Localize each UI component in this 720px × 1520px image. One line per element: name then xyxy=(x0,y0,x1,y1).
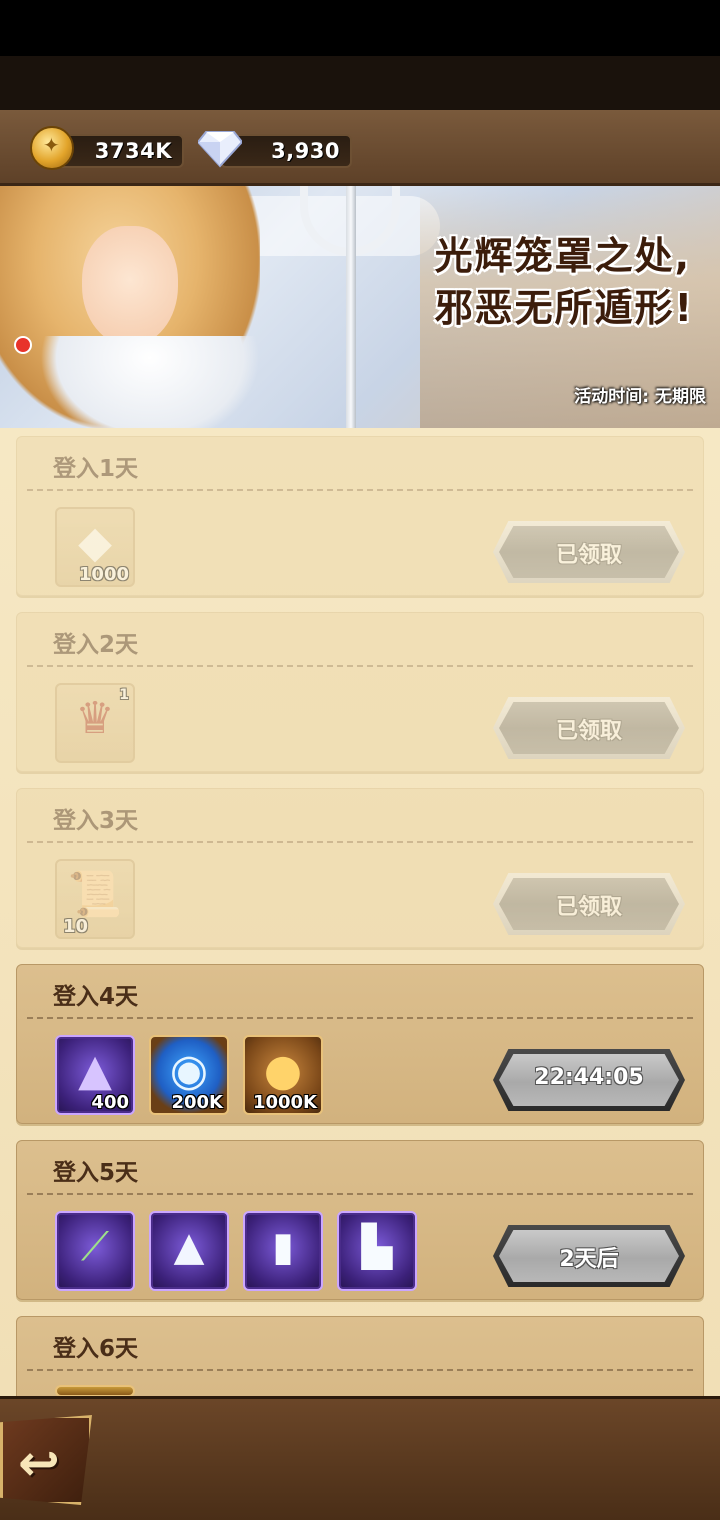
divider xyxy=(27,1193,693,1195)
banner-title-line2: 邪恶无所遁形! xyxy=(434,286,694,330)
day-card-4: 登入4天 ▲ 400 ◉ 200K ● 1000K 22:44:05 xyxy=(16,964,704,1124)
button-label: 已领取 xyxy=(555,719,622,744)
day-title: 登入5天 xyxy=(53,1160,139,1186)
staff-icon: ⟋ xyxy=(81,1224,109,1270)
reward-item[interactable]: ◉ 200K xyxy=(149,1035,229,1115)
event-time-label: 活动时间: 无期限 xyxy=(574,387,706,407)
reward-item[interactable]: ♛ 1 xyxy=(55,683,135,763)
day-card-3: 登入3天 📜 10 已领取 xyxy=(16,788,704,948)
claimed-button[interactable]: 已领取 xyxy=(493,697,685,759)
day-title: 登入2天 xyxy=(53,632,139,658)
claimed-button[interactable]: 已领取 xyxy=(493,521,685,583)
day-card-5: 登入5天 ⟋ ▲ ▮ ▙ 2天后 xyxy=(16,1140,704,1300)
item-qty: 1000K xyxy=(252,1092,317,1113)
day-title: 登入3天 xyxy=(53,808,139,834)
day-title: 登入1天 xyxy=(53,456,139,482)
reward-item[interactable]: ● 1000K xyxy=(243,1035,323,1115)
divider xyxy=(27,489,693,491)
day-title: 登入6天 xyxy=(53,1336,139,1362)
reward-item[interactable]: ⟋ xyxy=(55,1211,135,1291)
button-label: 已领取 xyxy=(555,543,622,568)
button-label: 已领取 xyxy=(555,895,622,920)
reward-item[interactable]: ▲ 400 xyxy=(55,1035,135,1115)
countdown-button[interactable]: 22:44:05 xyxy=(493,1049,685,1111)
locked-button[interactable]: 2天后 xyxy=(493,1225,685,1287)
banner-title-line1: 光辉笼罩之处, xyxy=(434,234,692,278)
divider xyxy=(27,841,693,843)
reward-item[interactable]: ◆ 1000 xyxy=(55,507,135,587)
notification-dot xyxy=(14,336,32,354)
gold-coin-icon xyxy=(30,126,74,170)
divider xyxy=(27,665,693,667)
reward-item[interactable]: ▲ xyxy=(149,1211,229,1291)
divider xyxy=(27,1017,693,1019)
button-label: 2天后 xyxy=(559,1247,619,1272)
top-spacer xyxy=(0,56,720,110)
banner-hero-body xyxy=(40,336,260,428)
claimed-button[interactable]: 已领取 xyxy=(493,873,685,935)
item-qty: 1 xyxy=(119,687,129,703)
boots-icon: ▙ xyxy=(361,1224,393,1270)
day-title: 登入4天 xyxy=(53,984,139,1010)
reward-list: 登入1天 ◆ 1000 已领取 登入2天 ♛ 1 已领取 登入3天 📜 10 已… xyxy=(0,428,720,1476)
countdown-label: 22:44:05 xyxy=(534,1065,644,1090)
day-card-1: 登入1天 ◆ 1000 已领取 xyxy=(16,436,704,596)
status-bar xyxy=(0,0,720,56)
item-qty: 400 xyxy=(91,1092,129,1113)
divider xyxy=(27,1369,693,1371)
diamond-icon xyxy=(198,131,242,168)
back-button[interactable]: ↩ xyxy=(0,1415,92,1505)
bottom-bar: ↩ xyxy=(0,1396,720,1520)
diamond-amount: 3,930 xyxy=(271,139,340,163)
banner-staff xyxy=(346,186,356,428)
banner-hero-face xyxy=(82,226,178,346)
gold-amount: 3734K xyxy=(94,139,172,163)
event-banner: 光辉笼罩之处, 邪恶无所遁形! 活动时间: 无期限 xyxy=(0,186,720,428)
reward-item[interactable]: ▮ xyxy=(243,1211,323,1291)
back-arrow-icon: ↩ xyxy=(18,1434,60,1492)
currency-bar: 3734K 3,930 xyxy=(0,110,720,186)
reward-item[interactable]: 📜 10 xyxy=(55,859,135,939)
wizard-hat-icon: ▲ xyxy=(173,1224,205,1270)
item-qty: 1000 xyxy=(78,564,129,585)
banner-title: 光辉笼罩之处, 邪恶无所遁形! xyxy=(435,230,694,334)
item-qty: 10 xyxy=(63,916,89,937)
robe-icon: ▮ xyxy=(271,1224,294,1270)
day-card-2: 登入2天 ♛ 1 已领取 xyxy=(16,612,704,772)
reward-item[interactable]: ▙ xyxy=(337,1211,417,1291)
item-qty: 200K xyxy=(171,1092,223,1113)
